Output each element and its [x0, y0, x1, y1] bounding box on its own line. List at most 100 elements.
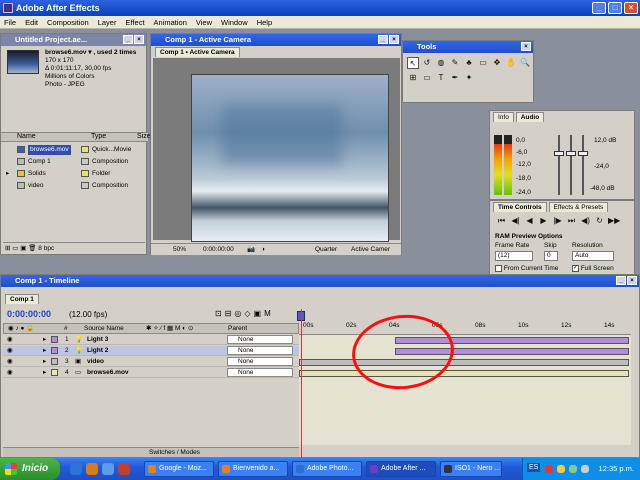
menu-composition[interactable]: Composition — [47, 18, 89, 27]
anchor-point-tool-icon[interactable]: ✥ — [491, 57, 503, 69]
eye-icon[interactable]: ◉ — [7, 368, 13, 378]
selection-tool-icon[interactable]: ↖ — [407, 57, 419, 69]
audio-toggle-icon[interactable]: ◀) — [580, 215, 591, 226]
m-icon[interactable]: M — [264, 309, 274, 318]
rotation-tool-icon[interactable]: ↺ — [421, 57, 433, 69]
layer-duration-bar[interactable] — [299, 359, 629, 366]
layer-row[interactable]: ◉ ▸ 2 💡 Light 2 None — [3, 346, 299, 356]
volume-slider-master[interactable] — [582, 135, 584, 195]
rectangle-mask-tool-icon[interactable]: ▭ — [421, 72, 433, 84]
minimize-button[interactable]: _ — [592, 2, 606, 14]
volume-icon[interactable] — [581, 465, 589, 473]
panel-minimize-button[interactable]: _ — [123, 35, 133, 44]
zoom-tool-icon[interactable]: 🔍 — [519, 57, 531, 69]
full-screen-checkbox[interactable]: ✓ Full Screen — [572, 265, 614, 272]
eye-icon[interactable]: ◉ — [7, 346, 13, 356]
skip-input[interactable]: 0 — [544, 251, 558, 261]
maximize-button[interactable]: □ — [608, 2, 622, 14]
resolution-dropdown[interactable]: Auto — [572, 251, 614, 261]
trash-icon[interactable]: 🗑 — [28, 245, 36, 252]
eye-icon[interactable]: ◉ — [7, 357, 13, 367]
tools-title[interactable]: Tools × — [403, 41, 533, 53]
current-time-display[interactable]: 0:00:00:00 — [7, 309, 51, 319]
expand-triangle-icon[interactable]: ▸ — [43, 335, 46, 345]
eye-icon[interactable]: ◉ — [7, 335, 13, 345]
parent-dropdown[interactable]: None — [227, 335, 293, 344]
puppet-tool-icon[interactable]: ✦ — [463, 72, 475, 84]
current-time-indicator[interactable] — [301, 309, 302, 459]
next-frame-icon[interactable]: |▶ — [552, 215, 563, 226]
expand-triangle-icon[interactable]: ▸ — [6, 168, 9, 180]
comp-marker-icon[interactable]: ⊡ — [215, 309, 225, 318]
parent-dropdown[interactable]: None — [227, 368, 293, 377]
menu-layer[interactable]: Layer — [98, 18, 117, 27]
hand-tool-icon[interactable]: ✋ — [505, 57, 517, 69]
start-button[interactable]: Inicio — [0, 458, 60, 480]
tab-audio[interactable]: Audio — [515, 112, 545, 122]
tray-icon[interactable] — [569, 465, 577, 473]
timeline-tracks[interactable] — [299, 335, 631, 445]
layer-row[interactable]: ◉ ▸ 3 ▣ video None — [3, 357, 299, 367]
timeline-title[interactable]: Comp 1 - Timeline _ × — [1, 275, 639, 287]
from-current-time-checkbox[interactable]: From Current Time — [495, 265, 558, 272]
panel-close-button[interactable]: × — [134, 35, 144, 44]
eraser-tool-icon[interactable]: ▭ — [477, 57, 489, 69]
col-parent[interactable]: Parent — [228, 324, 247, 334]
project-item[interactable]: Comp 1 Composition — [1, 156, 148, 168]
panel-close-button[interactable]: × — [521, 42, 531, 51]
col-source-name[interactable]: Source Name — [84, 324, 124, 334]
time-ruler[interactable]: 00s 02s 04s 06s 08s 10s 12s 14s — [299, 321, 631, 335]
bpc-indicator[interactable]: 8 bpc — [38, 245, 54, 252]
tab-effects-presets[interactable]: Effects & Presets — [548, 202, 609, 212]
col-type[interactable]: Type — [91, 133, 106, 140]
slider-knob[interactable] — [578, 151, 588, 156]
tab-time-controls[interactable]: Time Controls — [493, 202, 547, 212]
comp-panel-title[interactable]: Comp 1 - Active Camera _ × — [151, 34, 401, 46]
task-nero[interactable]: ISO1 - Nero ... — [440, 461, 502, 477]
panel-close-button[interactable]: × — [627, 276, 637, 285]
frame-blend-icon[interactable]: ▣ — [254, 309, 265, 318]
project-item[interactable]: video Composition — [1, 180, 148, 192]
clone-stamp-tool-icon[interactable]: ♣ — [463, 57, 475, 69]
ram-preview-icon[interactable]: ▶▶ — [608, 215, 620, 226]
quicklaunch-media-icon[interactable] — [118, 463, 130, 475]
col-size[interactable]: Size — [137, 133, 151, 140]
resolution-dropdown[interactable]: Quarter — [315, 244, 337, 255]
parent-dropdown[interactable]: None — [227, 357, 293, 366]
pan-behind-tool-icon[interactable]: ⊞ — [407, 72, 419, 84]
pen-tool-icon[interactable]: ✒ — [449, 72, 461, 84]
previous-frame-icon[interactable]: ◀| — [510, 215, 521, 226]
slider-knob[interactable] — [566, 151, 576, 156]
layer-row[interactable]: ◉ ▸ 4 ▭ browse6.mov None — [3, 368, 299, 378]
loop-icon[interactable]: ↻ — [594, 215, 605, 226]
interpret-footage-icon[interactable]: ⊞ — [5, 245, 10, 252]
menu-effect[interactable]: Effect — [125, 18, 144, 27]
last-frame-icon[interactable]: ⏭ — [566, 215, 577, 226]
project-item[interactable]: ▸ Solids Folder — [1, 168, 148, 180]
menu-help[interactable]: Help — [257, 18, 272, 27]
play-reverse-icon[interactable]: ◀ — [524, 215, 535, 226]
task-google-mozilla[interactable]: Google - Moz... — [144, 461, 214, 477]
switches-modes-toggle[interactable]: Switches / Modes — [149, 448, 200, 457]
motion-blur-icon[interactable]: ◎ — [234, 309, 244, 318]
tab-comp-active-camera[interactable]: Comp 1 • Active Camera — [155, 47, 240, 57]
layer-row[interactable]: ◉ ▸ 1 💡 Light 3 None — [3, 335, 299, 345]
task-after-effects[interactable]: Adobe After ... — [366, 461, 436, 477]
layer-duration-bar[interactable] — [299, 370, 629, 377]
layer-name[interactable]: Light 2 — [87, 346, 108, 356]
new-composition-icon[interactable]: ▣ — [20, 245, 26, 252]
tray-icon[interactable] — [557, 465, 565, 473]
camera-dropdown[interactable]: Active Camer — [351, 244, 390, 255]
slider-knob[interactable] — [554, 151, 564, 156]
layer-name[interactable]: browse6.mov — [87, 368, 129, 378]
menu-window[interactable]: Window — [221, 18, 248, 27]
graph-icon[interactable]: ◇ — [244, 309, 253, 318]
timecode-display[interactable]: 0:00:00:00 — [203, 244, 234, 255]
task-bienvenido[interactable]: Bienvenido a... — [218, 461, 288, 477]
menu-edit[interactable]: Edit — [25, 18, 38, 27]
project-panel-title[interactable]: Untitled Project.ae... _ × — [1, 34, 146, 46]
first-frame-icon[interactable]: ⏮ — [496, 215, 507, 226]
expand-triangle-icon[interactable]: ▸ — [43, 346, 46, 356]
draft-3d-icon[interactable]: ⊟ — [225, 309, 235, 318]
tab-comp-1[interactable]: Comp 1 — [5, 294, 39, 304]
